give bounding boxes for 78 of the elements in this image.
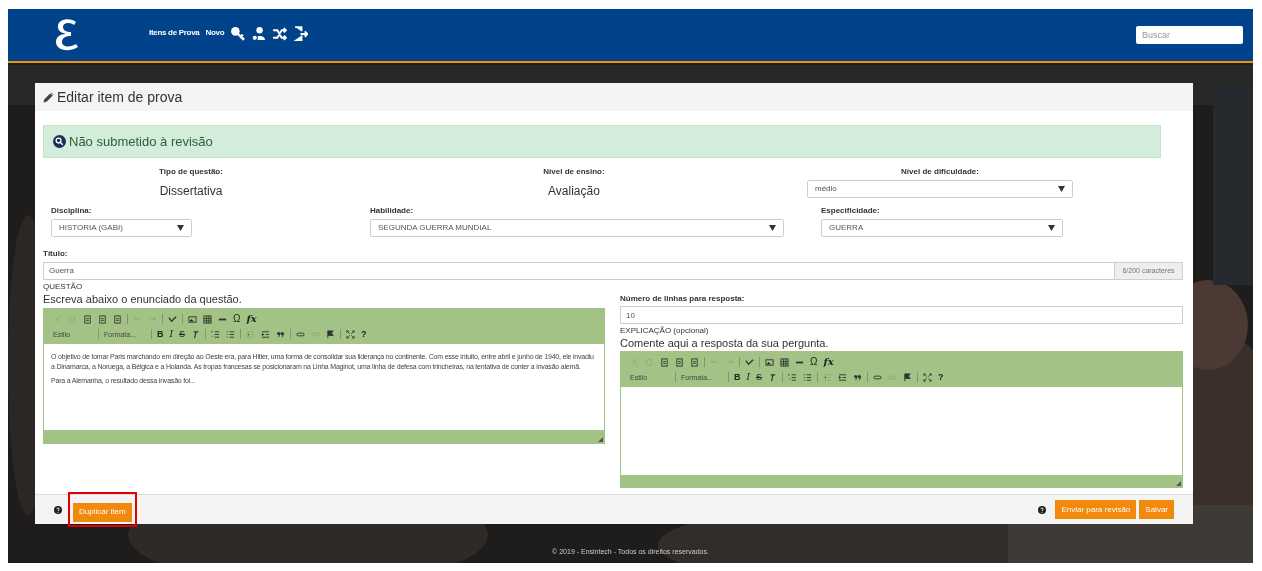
paste-word-icon[interactable] [113,314,122,324]
shuffle-icon[interactable] [272,25,288,41]
resize-handle-icon[interactable] [598,437,603,442]
italic-symbol[interactable]: I [746,372,751,382]
caret-icon [177,225,184,231]
quote-icon[interactable] [276,329,286,339]
clear-format-icon[interactable] [768,372,778,382]
explanation-hint: Comente aqui a resposta da sua pergunta. [620,336,830,350]
key-icon[interactable] [230,25,246,41]
field-label: Nível de ensino: [543,166,605,178]
field-label: Habilidade: [370,205,415,217]
search-icon [53,135,66,148]
table-icon[interactable] [203,314,212,324]
user-gear-icon[interactable] [251,25,267,41]
paste-text-icon[interactable] [98,314,107,324]
card-title: Editar item de prova [57,87,183,107]
field-label: Título: [43,248,69,260]
bold-symbol[interactable]: B [157,329,164,339]
image-icon[interactable] [765,357,774,367]
paste-icon[interactable] [83,314,92,324]
help-symbol[interactable]: ? [938,372,944,382]
field-label: Especificidade: [821,205,881,217]
field-label: Tipo de questão: [159,166,223,178]
lines-field[interactable]: 10 [620,306,1183,324]
help-symbol[interactable]: ? [361,329,367,339]
numbered-list-icon[interactable] [788,372,798,382]
maximize-icon[interactable] [346,329,356,339]
dropdown[interactable]: SEGUNDA GUERRA MUNDIAL [370,219,784,237]
section-label: EXPLICAÇÃO (opcional) [620,326,710,336]
help-icon[interactable] [1038,505,1047,514]
omega-symbol[interactable]: Ω [810,357,818,367]
resize-handle-icon[interactable] [1176,481,1181,486]
indent-icon[interactable] [261,329,271,339]
omega-symbol[interactable]: Ω [233,314,241,324]
paste-text-icon[interactable] [675,357,684,367]
paste-word-icon[interactable] [690,357,699,367]
strike-symbol[interactable]: S [756,372,763,382]
logout-icon[interactable] [293,25,309,41]
nav-link[interactable]: Itens de Prova [149,27,200,39]
dropdown[interactable]: HISTORIA (GABI) [51,219,192,237]
spellcheck-icon[interactable] [745,357,754,367]
pencil-icon [43,91,54,103]
spellcheck-icon[interactable] [168,314,177,324]
help-icon[interactable] [54,505,62,514]
question-hint: Escreva abaixo o enunciado da questão. [43,292,243,306]
field-label: Número de linhas para resposta: [620,293,746,305]
title-field[interactable]: Guerra [43,262,1115,280]
paste-icon[interactable] [660,357,669,367]
formula-symbol[interactable]: fx [246,314,257,324]
maximize-icon[interactable] [923,372,933,382]
indent-icon[interactable] [838,372,848,382]
clear-format-icon[interactable] [191,329,201,339]
table-icon[interactable] [780,357,789,367]
field-label: Disciplina: [51,205,93,217]
dropdown[interactable]: médio [807,180,1073,198]
flag-icon[interactable] [326,329,336,339]
caret-icon [1058,186,1065,192]
bold-symbol[interactable]: B [734,372,741,382]
quote-icon[interactable] [853,372,863,382]
italic-symbol[interactable]: I [169,329,174,339]
bullet-list-icon[interactable] [803,372,813,382]
search-field[interactable]: Buscar [1136,26,1243,44]
caret-icon [1048,225,1055,231]
dropdown[interactable]: GUERRA [821,219,1063,237]
text-editor[interactable] [43,308,605,444]
status-text: Não submetido à revisão [69,132,213,151]
image-icon[interactable] [188,314,197,324]
flag-icon[interactable] [903,372,913,382]
section-label: QUESTÃO [43,282,84,292]
caret-icon [769,225,776,231]
bullet-list-icon[interactable] [226,329,236,339]
field-label: Nível de dificuldade: [901,166,979,178]
numbered-list-icon[interactable] [211,329,221,339]
formula-symbol[interactable]: fx [823,357,834,367]
field-value: Avaliação [548,183,600,200]
field-value: Dissertativa [159,183,223,200]
nav-link[interactable]: Novo [205,27,225,39]
strike-symbol[interactable]: S [179,329,186,339]
